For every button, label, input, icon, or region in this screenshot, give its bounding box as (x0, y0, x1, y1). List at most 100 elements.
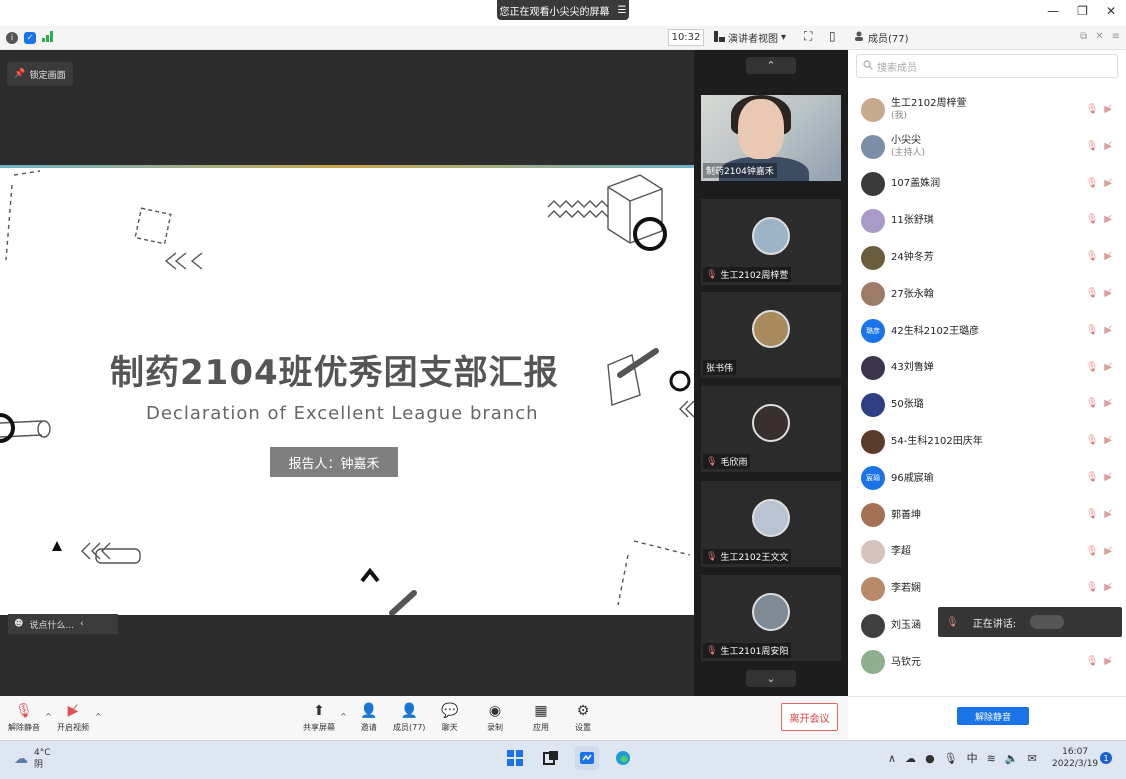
member-row[interactable]: 璐彦 42生科2102王璐彦 🎙 ▶̸ (848, 313, 1126, 350)
member-row[interactable]: 宸瑜 96戚宸瑜 🎙 ▶̸ (848, 460, 1126, 497)
member-name-text: 54-生科2102田庆年 (891, 436, 983, 448)
chevron-down-icon: ▾ (781, 32, 787, 43)
signal-icon[interactable] (42, 30, 54, 45)
cloud-sync-icon[interactable]: ☁ (905, 752, 916, 765)
member-name: 43刘鲁婵 (891, 361, 934, 374)
audio-options-caret[interactable]: ^ (45, 712, 52, 721)
member-row[interactable]: 107盖姝润 🎙 ▶̸ (848, 166, 1126, 203)
member-status-icons: 🎙 ▶̸ (1086, 582, 1112, 593)
close-panel-icon[interactable]: ✕ (1095, 31, 1103, 42)
lock-view-button[interactable]: 📌 锁定画面 (7, 62, 73, 86)
view-mode-dropdown[interactable]: 演讲者视图 ▾ (714, 29, 794, 46)
wifi-icon[interactable]: ≋ (987, 752, 996, 765)
member-status-icons: 🎙 ▶̸ (1086, 141, 1112, 152)
record-button[interactable]: ◉ 录制 (487, 703, 503, 733)
info-icon[interactable]: i (6, 31, 18, 44)
settings-button[interactable]: ⚙ 设置 (575, 703, 591, 733)
mic-icon[interactable]: 🎙 (944, 752, 958, 765)
member-row[interactable]: 郭善坤 🎙 ▶̸ (848, 497, 1126, 534)
chevron-down-icon: ⌄ (766, 672, 776, 685)
restore-icon[interactable]: ❐ (1077, 4, 1088, 18)
share-screen-button[interactable]: ⬆ 共享屏幕 (303, 703, 335, 733)
share-options-caret[interactable]: ^ (340, 712, 347, 721)
member-row[interactable]: 43刘鲁婵 🎙 ▶̸ (848, 350, 1126, 387)
mic-muted-icon: 🎙 (1085, 177, 1099, 189)
chevron-left-icon[interactable]: ‹ (80, 619, 84, 629)
mic-muted-icon: 🎙 (706, 456, 718, 467)
video-tile[interactable]: 🎙 毛欣雨 (701, 386, 841, 472)
sidebar-toggle-icon[interactable]: ▯ (829, 29, 836, 43)
member-row[interactable]: 27张永翰 🎙 ▶̸ (848, 276, 1126, 313)
clock-time: 16:07 (1062, 747, 1089, 757)
apps-icon: ▦ (534, 703, 548, 719)
video-off-icon: ▶̸ (1104, 545, 1112, 557)
more-icon[interactable]: ≡ (1112, 31, 1120, 42)
member-row[interactable]: 54-生科2102田庆年 🎙 ▶̸ (848, 423, 1126, 460)
member-row[interactable]: 小尖尖 (主持人) 🎙 ▶̸ (848, 129, 1126, 166)
popout-icon[interactable]: ⧉ (1080, 31, 1087, 42)
member-avatar (861, 98, 885, 123)
mic-muted-icon: 🎙 (706, 645, 718, 656)
video-tile[interactable]: 制药2104钟嘉禾 (701, 95, 841, 181)
unmute-all-button[interactable]: 解除静音 (957, 707, 1029, 725)
video-options-caret[interactable]: ^ (95, 712, 102, 721)
apps-button[interactable]: ▦ 应用 (533, 703, 549, 733)
leave-meeting-button[interactable]: 离开会议 (781, 703, 838, 731)
unmute-button[interactable]: 🎙 解除静音 (8, 703, 40, 733)
member-avatar (861, 539, 885, 564)
minimize-icon[interactable]: — (1047, 4, 1059, 18)
member-status-icons: 🎙 ▶̸ (1086, 509, 1112, 520)
app-tray-icon[interactable]: ● (925, 752, 935, 765)
invite-button[interactable]: 👤 邀请 (360, 703, 377, 733)
video-tile[interactable]: 🎙 生工2101周安阳 (701, 575, 841, 661)
mic-muted-icon: 🎙 (1085, 435, 1099, 447)
member-row[interactable]: 24钟冬芳 🎙 ▶̸ (848, 239, 1126, 276)
close-icon[interactable]: ✕ (1106, 4, 1116, 18)
edge-browser-icon[interactable] (611, 746, 635, 770)
wechat-icon[interactable]: ✉ (1028, 752, 1037, 765)
member-name-text: 马钦元 (891, 656, 921, 668)
member-row[interactable]: 李超 🎙 ▶̸ (848, 534, 1126, 571)
taskbar-clock[interactable]: 16:07 2022/3/19 (1052, 746, 1098, 770)
task-view-icon[interactable] (539, 746, 563, 770)
member-row[interactable]: 50张璐 🎙 ▶̸ (848, 386, 1126, 423)
volume-icon[interactable]: 🔈 (1005, 752, 1019, 765)
start-video-button[interactable]: ▶̸ 开启视频 (57, 703, 89, 733)
video-tile[interactable]: 张书伟 (701, 292, 841, 378)
emoji-icon[interactable]: ☻ (14, 619, 23, 629)
tile-name-label: 🎙 生工2102王文文 (703, 549, 792, 564)
meeting-app-icon[interactable] (575, 746, 599, 770)
member-name: 42生科2102王璐彦 (891, 325, 979, 338)
viewing-screen-pill[interactable]: 您正在观看小尖尖的屏幕 ☰ (497, 0, 629, 20)
shield-icon[interactable]: ✓ (24, 31, 36, 44)
gallery-scroll-up[interactable]: ⌃ (746, 57, 796, 74)
member-row[interactable]: 生工2102周梓萱 (我) 🎙 ▶̸ (848, 92, 1126, 129)
member-avatar (861, 208, 885, 233)
ime-indicator[interactable]: 中 (967, 750, 978, 766)
members-button[interactable]: 👤 成员(77) (393, 703, 425, 733)
member-avatar (861, 650, 885, 675)
member-row[interactable]: 马钦元 🎙 ▶̸ (848, 644, 1126, 681)
chat-button[interactable]: 💬 聊天 (441, 703, 458, 733)
windows-start-icon[interactable] (503, 746, 527, 770)
person-icon (854, 31, 864, 44)
fullscreen-icon[interactable]: ⛶ (804, 29, 812, 44)
video-tile[interactable]: 🎙 生工2102周梓萱 (701, 199, 841, 285)
meeting-app: 您正在观看小尖尖的屏幕 ☰ — ❐ ✕ i ✓ 10:32 演讲者视图 ▾ ⛶ … (0, 0, 1126, 779)
member-search-input[interactable]: 搜索成员 (856, 54, 1118, 78)
member-name: 马钦元 (891, 656, 921, 669)
gallery-scroll-down[interactable]: ⌄ (746, 670, 796, 687)
chevron-up-icon[interactable]: ∧ (888, 752, 896, 765)
weather-widget[interactable]: ☁ 4°C 阴 (14, 747, 51, 771)
member-name-text: 96戚宸瑜 (891, 472, 934, 484)
mic-muted-icon: 🎙 (15, 703, 33, 719)
member-name-text: 107盖姝润 (891, 178, 941, 190)
notification-badge[interactable]: 1 (1100, 752, 1112, 764)
video-tile[interactable]: 🎙 生工2102王文文 (701, 481, 841, 567)
weather-temp: 4°C (34, 748, 51, 758)
settings-label: 设置 (575, 723, 591, 732)
member-row[interactable]: 11张舒琪 🎙 ▶̸ (848, 202, 1126, 239)
menu-icon[interactable]: ☰ (618, 5, 627, 16)
quick-chat-input[interactable]: ☻ 说点什么... ‹ (8, 614, 118, 634)
member-row[interactable]: 李若娴 🎙 ▶̸ (848, 570, 1126, 607)
